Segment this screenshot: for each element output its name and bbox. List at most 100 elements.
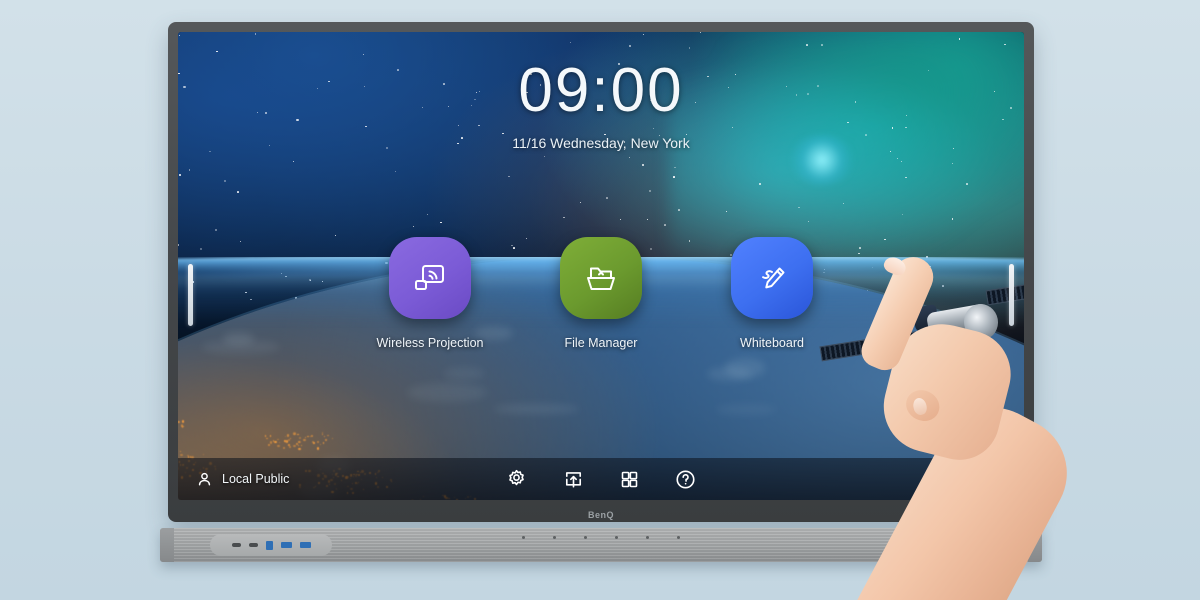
city-light	[288, 445, 291, 448]
star	[335, 234, 337, 236]
city-light	[180, 453, 183, 457]
star	[674, 166, 677, 169]
star	[569, 41, 572, 44]
screenshot-root: BenQ 09:00 11/16 Wednesday, New York Wir…	[0, 0, 1200, 600]
city-light	[332, 438, 334, 440]
app-whiteboard[interactable]: Whiteboard	[717, 237, 827, 350]
gear-icon	[505, 468, 528, 491]
star	[759, 183, 762, 186]
city-light	[297, 444, 300, 447]
city-light	[300, 445, 302, 447]
city-light	[187, 454, 189, 457]
star	[606, 197, 608, 199]
hdmi-port[interactable]	[265, 540, 273, 550]
person-icon	[196, 471, 213, 488]
app-tile-wireless-projection[interactable]	[389, 237, 471, 319]
star	[905, 176, 908, 179]
mic-hole	[522, 536, 525, 539]
app-file-manager[interactable]: File Manager	[546, 237, 656, 350]
city-light	[202, 453, 204, 455]
city-light	[278, 441, 280, 443]
star	[688, 47, 691, 49]
city-light	[297, 433, 299, 436]
city-light	[270, 441, 273, 444]
city-light	[298, 436, 301, 439]
star	[508, 175, 511, 178]
star	[646, 219, 648, 221]
clock-time: 09:00	[518, 56, 684, 125]
city-light	[324, 438, 327, 442]
all-apps-button[interactable]	[619, 469, 640, 490]
port-panel[interactable]	[210, 534, 332, 556]
help-button[interactable]	[674, 468, 697, 491]
app-wireless-projection[interactable]: Wireless Projection	[375, 237, 485, 350]
screen-cast-icon	[410, 258, 450, 298]
city-light	[269, 435, 272, 438]
city-light	[268, 443, 271, 446]
star	[726, 210, 728, 212]
star	[642, 34, 644, 36]
usb-c-port[interactable]	[231, 543, 241, 547]
star	[673, 176, 675, 179]
star	[395, 170, 397, 172]
pen-write-icon	[752, 258, 792, 298]
mic-hole	[615, 536, 618, 539]
star	[843, 202, 845, 204]
mic-hole	[584, 536, 587, 539]
upload-box-icon	[562, 468, 585, 491]
cloud-band	[715, 403, 776, 416]
city-light	[323, 435, 326, 438]
city-light	[178, 420, 180, 424]
app-tile-file-manager[interactable]	[560, 237, 642, 319]
city-light	[283, 446, 286, 450]
usb-c-port[interactable]	[248, 543, 258, 547]
city-light	[285, 440, 289, 443]
city-light	[311, 435, 314, 438]
mic-hole	[677, 536, 680, 539]
star	[580, 201, 582, 204]
star	[700, 32, 702, 34]
city-light	[265, 437, 268, 440]
star	[188, 169, 191, 171]
folder-icon	[581, 258, 621, 298]
star	[440, 221, 442, 224]
city-light	[319, 444, 321, 446]
star	[952, 163, 954, 165]
city-light	[274, 440, 277, 444]
city-light	[287, 439, 290, 442]
star	[214, 228, 217, 231]
usb-a-port[interactable]	[299, 542, 311, 548]
grid-icon	[619, 469, 640, 490]
settings-button[interactable]	[505, 468, 528, 491]
star	[628, 157, 630, 159]
soundbar-endcap-left	[160, 528, 174, 562]
mic-hole	[646, 536, 649, 539]
star	[215, 50, 218, 53]
city-light	[327, 434, 329, 437]
star	[951, 218, 954, 220]
star	[628, 44, 632, 47]
app-label-file-manager: File Manager	[564, 336, 638, 350]
export-button[interactable]	[562, 468, 585, 491]
city-light	[183, 425, 185, 427]
app-tile-whiteboard[interactable]	[731, 237, 813, 319]
star	[901, 214, 903, 216]
user-account-button[interactable]: Local Public	[196, 471, 289, 488]
star	[966, 183, 969, 186]
star	[807, 221, 809, 223]
star	[254, 33, 257, 36]
star	[619, 218, 621, 220]
mic-hole	[553, 536, 556, 539]
city-light	[277, 438, 280, 441]
user-account-label: Local Public	[222, 472, 290, 486]
question-circle-icon	[674, 468, 697, 491]
city-light	[316, 447, 320, 450]
star	[224, 179, 227, 183]
app-label-whiteboard: Whiteboard	[740, 336, 804, 350]
star	[897, 157, 899, 159]
star	[821, 44, 823, 47]
city-light	[292, 432, 296, 436]
star	[900, 160, 902, 162]
usb-a-port[interactable]	[280, 542, 292, 548]
city-light	[321, 433, 324, 436]
